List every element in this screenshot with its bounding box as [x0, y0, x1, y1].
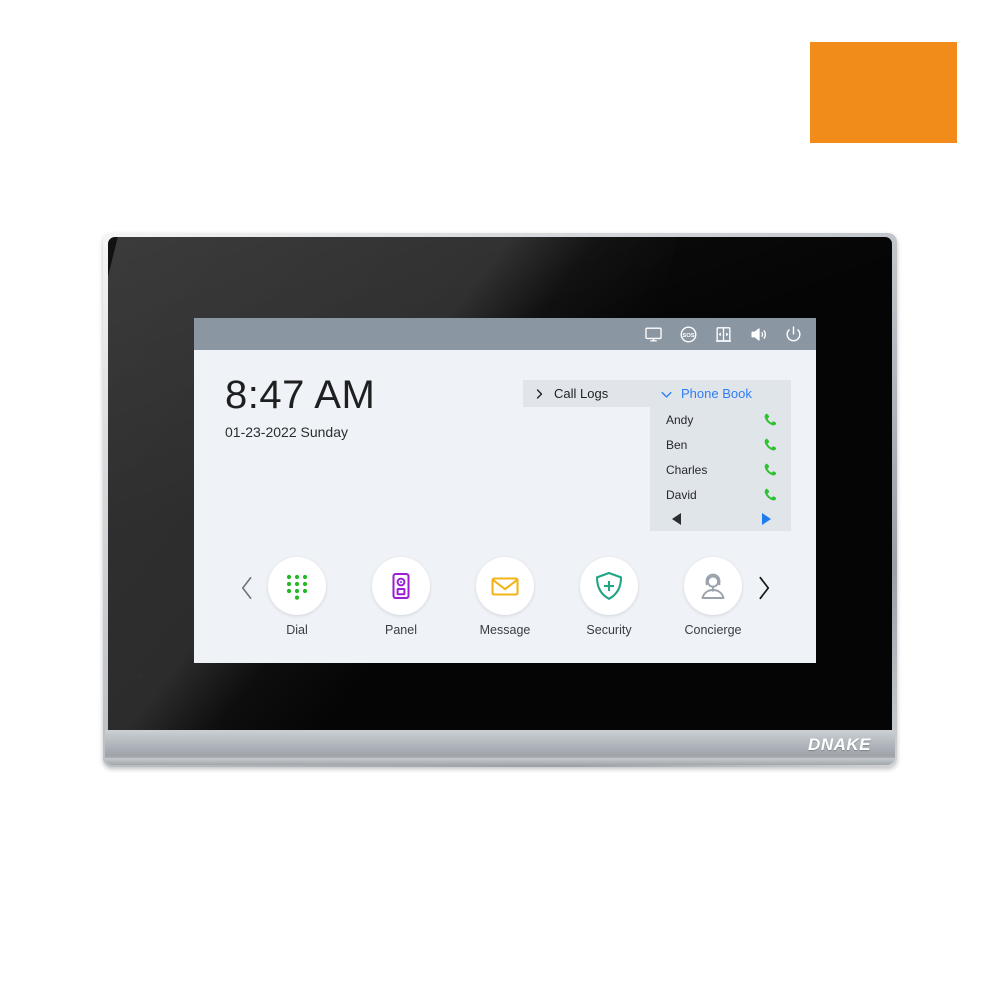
phone-book-label: Phone Book — [681, 386, 752, 401]
clock-time: 8:47 AM — [225, 373, 376, 417]
app-dock: Dial Panel Message Security Concierge — [194, 557, 816, 651]
app-concierge[interactable]: Concierge — [680, 557, 746, 637]
microphone-hole — [139, 674, 143, 678]
prev-page-arrow[interactable] — [672, 513, 681, 525]
bottom-bezel: DNAKE — [105, 730, 895, 765]
phone-book-header[interactable]: Phone Book — [650, 380, 791, 407]
phone-book-section: Phone Book Andy Ben Charles David — [650, 380, 791, 531]
monitor-icon[interactable] — [642, 323, 664, 345]
door-icon[interactable] — [712, 323, 734, 345]
shield-plus-icon — [593, 570, 625, 602]
svg-text:SOS: SOS — [682, 332, 694, 338]
sos-icon[interactable]: SOS — [677, 323, 699, 345]
app-concierge-label: Concierge — [684, 623, 742, 637]
keypad-icon — [282, 571, 312, 601]
list-item[interactable]: Ben — [650, 432, 791, 457]
contacts-panel: Call Logs Phone Book Andy Ben Charles Da… — [523, 380, 791, 531]
volume-icon[interactable] — [747, 323, 769, 345]
call-logs-section: Call Logs — [523, 380, 650, 407]
app-security-label: Security — [586, 623, 632, 637]
app-concierge-icon-circle[interactable] — [684, 557, 742, 615]
contact-name: David — [666, 487, 697, 502]
list-item[interactable]: Charles — [650, 457, 791, 482]
operator-icon — [697, 570, 729, 602]
next-page-arrow[interactable] — [762, 513, 771, 525]
call-icon[interactable] — [763, 437, 778, 452]
app-dial-icon-circle[interactable] — [268, 557, 326, 615]
dock-next-button[interactable] — [746, 557, 780, 619]
app-message-label: Message — [479, 623, 531, 637]
envelope-icon — [489, 570, 521, 602]
list-item[interactable]: Andy — [650, 407, 791, 432]
status-bar: SOS — [194, 318, 816, 350]
contact-name: Charles — [666, 462, 708, 477]
dock-prev-button[interactable] — [230, 557, 264, 619]
chevron-down-icon — [660, 388, 672, 400]
app-panel[interactable]: Panel — [368, 557, 434, 637]
call-icon[interactable] — [763, 487, 778, 502]
app-dial[interactable]: Dial — [264, 557, 330, 637]
app-panel-icon-circle[interactable] — [372, 557, 430, 615]
app-panel-label: Panel — [385, 623, 417, 637]
lcd-screen: SOS 8:47 AM 01-23-2022 Sunday Call Logs … — [194, 318, 816, 663]
color-swatch — [810, 42, 957, 143]
clock-date: 01-23-2022 Sunday — [225, 424, 348, 440]
chevron-right-icon — [533, 388, 545, 400]
call-logs-header[interactable]: Call Logs — [523, 380, 650, 407]
contact-name: Andy — [666, 412, 694, 427]
phone-book-pager — [650, 507, 791, 531]
clock-widget: 8:47 AM 01-23-2022 Sunday — [225, 375, 375, 440]
app-security-icon-circle[interactable] — [580, 557, 638, 615]
app-message[interactable]: Message — [472, 557, 538, 637]
device-glass-front: SOS 8:47 AM 01-23-2022 Sunday Call Logs … — [108, 237, 892, 738]
call-icon[interactable] — [763, 412, 778, 427]
power-icon[interactable] — [782, 323, 804, 345]
app-dial-label: Dial — [286, 623, 308, 637]
indoor-monitor-device: SOS 8:47 AM 01-23-2022 Sunday Call Logs … — [103, 233, 897, 767]
brand-logo: DNAKE — [808, 735, 871, 754]
app-security[interactable]: Security — [576, 557, 642, 637]
app-message-icon-circle[interactable] — [476, 557, 534, 615]
contact-name: Ben — [666, 437, 688, 452]
call-logs-label: Call Logs — [554, 386, 609, 401]
door-station-icon — [386, 571, 416, 601]
list-item[interactable]: David — [650, 482, 791, 507]
call-icon[interactable] — [763, 462, 778, 477]
